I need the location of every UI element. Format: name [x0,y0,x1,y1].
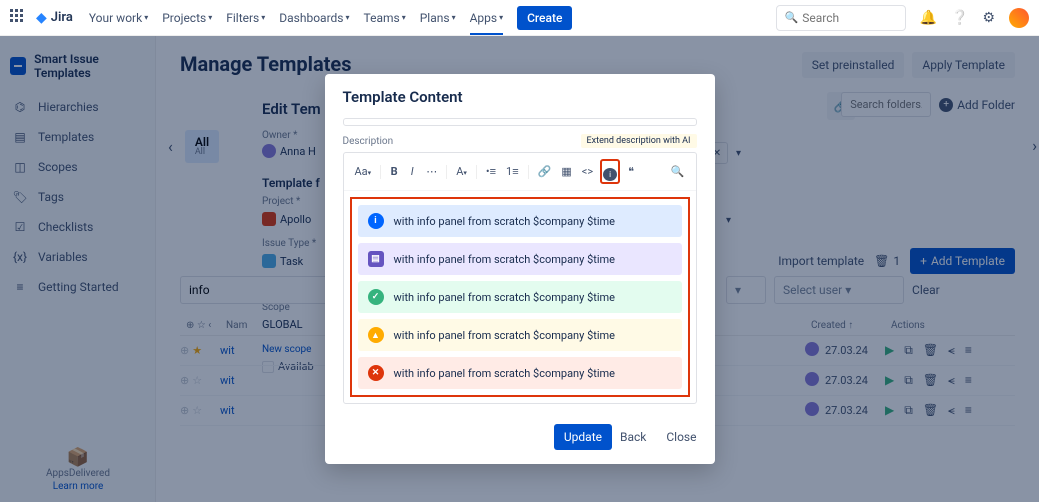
warning-icon: ▲ [368,327,384,343]
create-button[interactable]: Create [517,6,572,30]
nav-filters[interactable]: Filters▾ [226,11,265,25]
info-icon: i [368,213,384,229]
table-button[interactable]: ▦ [558,163,574,180]
nav-apps[interactable]: Apps▾ [470,11,504,35]
user-avatar[interactable] [1009,8,1029,28]
nav-dashboards[interactable]: Dashboards▾ [279,11,349,25]
nav-items: Your work▾ Projects▾ Filters▾ Dashboards… [89,11,503,25]
jira-logo[interactable]: ◆ Jira [36,10,73,26]
update-button[interactable]: Update [554,424,612,450]
close-button[interactable]: Close [666,430,696,444]
code-button[interactable]: <> [579,163,596,180]
success-panel[interactable]: ✓ with info panel from scratch $company … [358,281,682,313]
jira-logo-text: Jira [51,10,73,25]
note-icon: ▤ [368,251,384,267]
help-icon[interactable]: ❔ [951,10,968,26]
find-button[interactable]: 🔍 [668,163,688,180]
quote-button[interactable]: ❝ [624,163,638,180]
success-icon: ✓ [368,289,384,305]
more-formatting-button[interactable]: ⋯ [423,163,440,180]
numbered-list-button[interactable]: 1≡ [503,163,522,180]
search-input[interactable] [802,11,896,25]
editor-toolbar: Aa▾ B I ⋯ A▾ •≡ 1≡ 🔗 ▦ <> i [344,153,696,191]
back-button[interactable]: Back [620,430,646,444]
bold-button[interactable]: B [387,163,401,180]
text-style-dropdown[interactable]: Aa▾ [352,163,375,180]
modal-overlay: Template Content Description Extend desc… [0,36,1039,502]
description-label: Description [343,136,394,147]
error-icon: ✕ [368,365,384,381]
info-panel-button-highlight: i [600,159,620,184]
nav-your-work[interactable]: Your work▾ [89,11,148,25]
text-color-button[interactable]: A▾ [453,163,470,180]
warning-panel[interactable]: ▲ with info panel from scratch $company … [358,319,682,351]
jira-logo-icon: ◆ [36,10,47,26]
top-nav: ◆ Jira Your work▾ Projects▾ Filters▾ Das… [0,0,1039,36]
nav-projects[interactable]: Projects▾ [162,11,212,25]
ai-extend-hint[interactable]: Extend description with AI [581,134,697,148]
info-panel-button[interactable]: i [603,168,617,181]
nav-plans[interactable]: Plans▾ [420,11,456,25]
error-panel[interactable]: ✕ with info panel from scratch $company … [358,357,682,389]
notifications-icon[interactable]: 🔔 [920,10,937,26]
search-icon: 🔍 [785,11,799,24]
info-panel[interactable]: i with info panel from scratch $company … [358,205,682,237]
modal-title: Template Content [343,88,697,106]
link-button[interactable]: 🔗 [535,163,555,180]
italic-button[interactable]: I [405,163,419,180]
bullet-list-button[interactable]: •≡ [483,163,499,180]
template-content-modal: Template Content Description Extend desc… [325,74,715,464]
note-panel[interactable]: ▤ with info panel from scratch $company … [358,243,682,275]
settings-icon[interactable]: ⚙ [982,10,995,26]
panels-highlight: i with info panel from scratch $company … [350,197,690,397]
nav-teams[interactable]: Teams▾ [364,11,406,25]
global-search[interactable]: 🔍 [776,5,906,31]
app-switcher-icon[interactable] [10,9,28,27]
rich-text-editor: Aa▾ B I ⋯ A▾ •≡ 1≡ 🔗 ▦ <> i [343,152,697,404]
